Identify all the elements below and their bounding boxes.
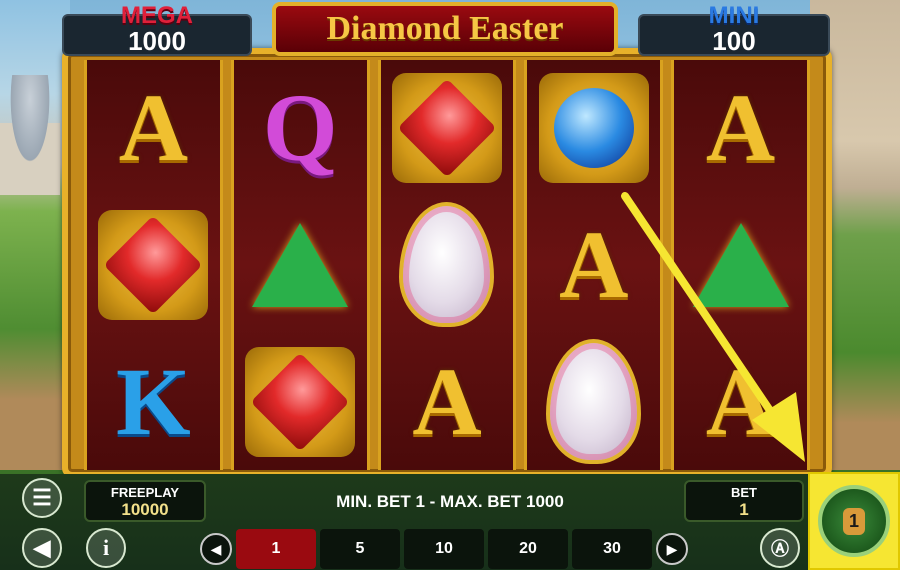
bet-selector: ◀ 1 5 10 20 30 ▶	[200, 528, 688, 570]
easter-egg-icon	[399, 202, 495, 328]
autoplay-icon: Ⓐ	[771, 539, 789, 559]
green-gem-icon	[692, 222, 789, 307]
bet-option-1[interactable]: 1	[236, 529, 316, 569]
letter-a: A	[705, 74, 776, 182]
reel-4: A	[524, 60, 664, 470]
spin-button[interactable]: 1	[818, 485, 890, 557]
reel-1: A K	[84, 60, 223, 470]
reel-5: A A	[671, 60, 810, 470]
symbol-green-gem	[681, 205, 801, 325]
bet-option-20[interactable]: 20	[488, 529, 568, 569]
hamburger-icon: ☰	[32, 485, 52, 510]
symbol-a: A	[681, 342, 801, 462]
chevron-right-icon: ▶	[666, 540, 678, 557]
info-button[interactable]: i	[86, 528, 126, 568]
blue-gem-icon	[553, 88, 634, 169]
symbol-egg	[534, 339, 654, 465]
bet-next-button[interactable]: ▶	[656, 533, 688, 565]
letter-k: K	[116, 347, 191, 455]
background-left-scenery	[0, 0, 70, 470]
red-gem-icon	[103, 215, 203, 315]
reels: A K Q A A A A	[84, 60, 810, 470]
symbol-a: A	[681, 68, 801, 188]
bet-prev-button[interactable]: ◀	[200, 533, 232, 565]
freeplay-label: FREEPLAY	[110, 485, 180, 500]
red-gem-icon	[250, 352, 350, 452]
symbol-red-gem	[387, 68, 507, 188]
mini-jackpot-label: MINI	[708, 2, 760, 29]
symbol-red-gem	[240, 342, 360, 462]
letter-a: A	[412, 347, 482, 455]
bet-label: BET	[731, 485, 757, 500]
autoplay-button[interactable]: Ⓐ	[760, 528, 800, 568]
reel-3: A	[377, 60, 517, 470]
bet-option-30[interactable]: 30	[572, 529, 652, 569]
symbol-k: K	[93, 342, 213, 462]
mini-jackpot-value: 100	[712, 26, 756, 56]
mega-jackpot-value: 1000	[128, 26, 186, 56]
symbol-a: A	[93, 68, 213, 188]
symbol-blue-gem	[534, 68, 654, 188]
bet-limits-text: MIN. BET 1 - MAX. BET 1000	[336, 492, 564, 511]
speaker-icon: ◀	[33, 535, 51, 560]
spin-badge: 1	[842, 507, 865, 535]
red-gem-icon	[397, 78, 497, 178]
reel-2: Q	[230, 60, 370, 470]
chevron-left-icon: ◀	[210, 540, 222, 557]
symbol-green-gem	[240, 205, 360, 325]
bet-option-5[interactable]: 5	[320, 529, 400, 569]
green-gem-icon	[252, 222, 349, 307]
letter-a: A	[705, 347, 776, 455]
menu-button[interactable]: ☰	[22, 478, 62, 518]
symbol-red-gem	[93, 205, 213, 325]
freeplay-display: FREEPLAY 10000	[84, 480, 206, 522]
bet-value: 1	[739, 500, 749, 519]
palace-dome	[0, 75, 60, 195]
symbol-q: Q	[240, 68, 360, 188]
bet-display: BET 1	[684, 480, 804, 522]
mega-jackpot: MEGA 1000	[62, 2, 252, 56]
symbol-egg	[387, 202, 507, 328]
symbol-a: A	[387, 342, 507, 462]
info-icon: i	[102, 535, 110, 560]
letter-a: A	[559, 210, 629, 318]
letter-q: Q	[262, 74, 338, 182]
game-title: Diamond Easter	[272, 2, 618, 56]
letter-a: A	[118, 74, 189, 182]
freeplay-value: 10000	[121, 500, 169, 519]
spin-highlight: 1	[808, 472, 900, 570]
mega-jackpot-label: MEGA	[121, 2, 193, 29]
symbol-a: A	[534, 205, 654, 325]
mini-jackpot: MINI 100	[638, 2, 830, 56]
sound-button[interactable]: ◀	[22, 528, 62, 568]
bet-option-10[interactable]: 10	[404, 529, 484, 569]
easter-egg-icon	[546, 339, 642, 465]
